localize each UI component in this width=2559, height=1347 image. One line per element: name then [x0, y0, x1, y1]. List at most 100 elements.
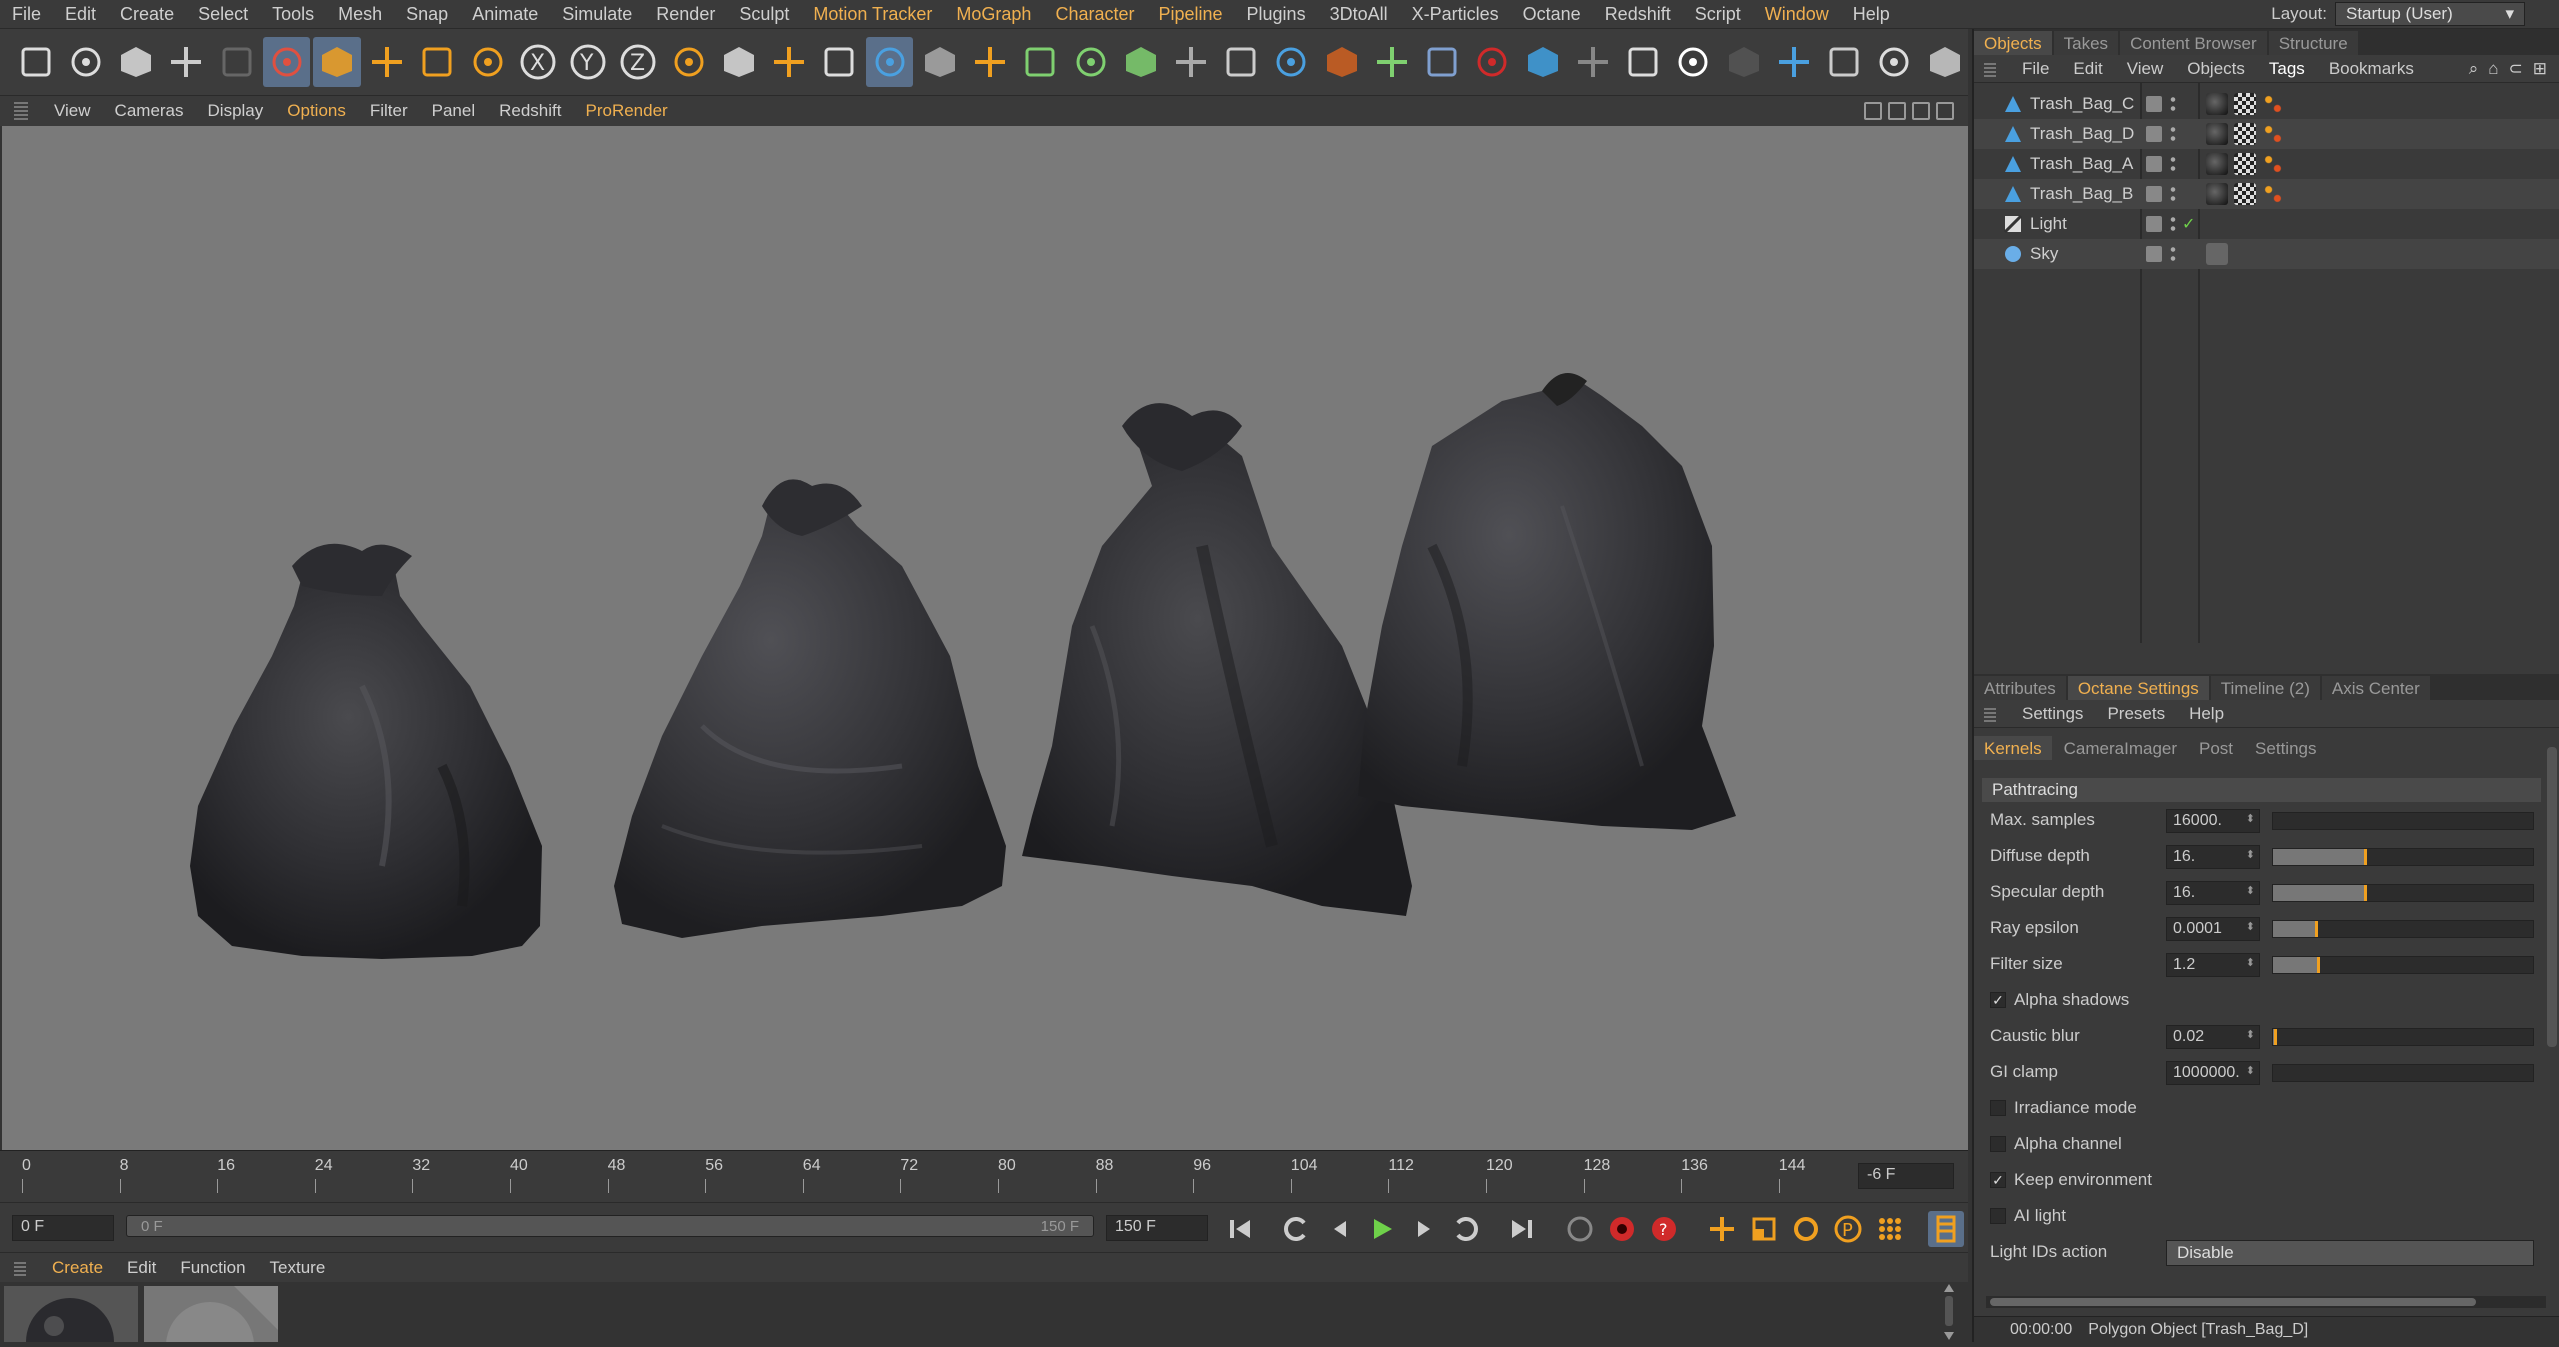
viewport-menu-filter[interactable]: Filter — [358, 101, 420, 121]
param-value-field[interactable]: 0.02 ⬍ — [2166, 1025, 2260, 1049]
trash-bag-a[interactable] — [1022, 403, 1412, 916]
param-slider[interactable] — [2272, 956, 2534, 974]
menu-redshift[interactable]: Redshift — [1593, 4, 1683, 25]
param-value-field[interactable]: 1.2 ⬍ — [2166, 953, 2260, 977]
menu-window[interactable]: Window — [1753, 4, 1841, 25]
rotate-icon[interactable] — [414, 37, 461, 87]
3d-viewport[interactable] — [2, 126, 1968, 1150]
layout-dropdown[interactable]: Startup (User) ▾ — [2335, 2, 2525, 26]
new-window-icon[interactable]: ⊞ — [2533, 59, 2547, 79]
prev-frame-icon[interactable] — [1322, 1211, 1358, 1247]
tab-content-browser[interactable]: Content Browser — [2120, 31, 2267, 55]
om-menu-objects[interactable]: Objects — [2175, 59, 2257, 79]
octane-sky-icon[interactable] — [1519, 37, 1566, 87]
object-row[interactable]: Trash_Bag_A — [1974, 149, 2559, 179]
trash-bag-d[interactable] — [614, 479, 1006, 938]
irradiance-mode-checkbox[interactable] — [1990, 1100, 2006, 1116]
octane-mix-icon[interactable] — [1820, 37, 1867, 87]
param-slider[interactable] — [2272, 1064, 2534, 1082]
undo-icon[interactable] — [163, 37, 210, 87]
stepper-icon[interactable]: ⬍ — [2246, 920, 2255, 933]
loop-icon[interactable] — [1278, 1211, 1314, 1247]
menu-create[interactable]: Create — [108, 4, 186, 25]
octane-environment-tag-icon[interactable] — [2206, 243, 2228, 265]
object-row[interactable]: Trash_Bag_D — [1974, 119, 2559, 149]
stepper-icon[interactable]: ⬍ — [2246, 956, 2255, 969]
object-row[interactable]: Light ✓ — [1974, 209, 2559, 239]
menu-motion-tracker[interactable]: Motion Tracker — [801, 4, 944, 25]
maximize-view-icon[interactable] — [1936, 102, 1954, 120]
loop-forward-icon[interactable] — [1448, 1211, 1484, 1247]
current-frame-field[interactable]: -6 F — [1858, 1163, 1954, 1189]
polygon-pen-icon[interactable] — [1017, 37, 1064, 87]
visibility-toggle-icon[interactable] — [2146, 156, 2162, 172]
menu-select[interactable]: Select — [186, 4, 260, 25]
param-value-field[interactable]: 16000. ⬍ — [2166, 809, 2260, 833]
material-swatch[interactable] — [4, 1286, 138, 1342]
om-menu-view[interactable]: View — [2115, 59, 2176, 79]
om-menu-edit[interactable]: Edit — [2061, 59, 2114, 79]
subtab-kernels[interactable]: Kernels — [1974, 736, 2052, 760]
render-dots-icon[interactable] — [2170, 155, 2176, 173]
visibility-toggle-icon[interactable] — [2146, 186, 2162, 202]
scale-icon[interactable] — [364, 37, 411, 87]
attr-menu-presets[interactable]: Presets — [2095, 704, 2177, 724]
open-icon[interactable] — [62, 37, 109, 87]
tab-timeline-2-[interactable]: Timeline (2) — [2210, 676, 2320, 700]
subdivision-icon[interactable] — [916, 37, 963, 87]
texture-tag-icon[interactable] — [2234, 183, 2256, 205]
tab-structure[interactable]: Structure — [2268, 31, 2358, 55]
menu-mesh[interactable]: Mesh — [326, 4, 394, 25]
octane-tag-icon[interactable] — [1620, 37, 1667, 87]
material-menu-texture[interactable]: Texture — [258, 1258, 338, 1278]
menu-file[interactable]: File — [0, 4, 53, 25]
key-scale-icon[interactable] — [1746, 1211, 1782, 1247]
texture-tag-icon[interactable] — [2234, 93, 2256, 115]
texture-tag-icon[interactable] — [2234, 153, 2256, 175]
keyframe-selection-icon[interactable] — [1562, 1211, 1598, 1247]
param-value-field[interactable]: 16. ⬍ — [2166, 881, 2260, 905]
param-slider[interactable] — [2272, 920, 2534, 938]
octane-environment-icon[interactable] — [1770, 37, 1817, 87]
deformer-icon[interactable] — [1067, 37, 1114, 87]
menu-render[interactable]: Render — [644, 4, 727, 25]
key-position-icon[interactable] — [1704, 1211, 1740, 1247]
attribute-scrollbar[interactable] — [2547, 747, 2557, 1047]
dolly-icon[interactable] — [1888, 102, 1906, 120]
menu-x-particles[interactable]: X-Particles — [1400, 4, 1511, 25]
render-dots-icon[interactable] — [2170, 185, 2176, 203]
material-menu-create[interactable]: Create — [40, 1258, 115, 1278]
search-icon[interactable]: ⌕ — [2469, 59, 2479, 79]
phong-tag-icon[interactable] — [2262, 183, 2284, 205]
recent-tool-icon[interactable] — [464, 37, 511, 87]
material-menu-function[interactable]: Function — [168, 1258, 257, 1278]
octane-live-viewer-icon[interactable] — [1318, 37, 1365, 87]
preview-range-slider[interactable]: 0 F 150 F — [126, 1215, 1094, 1237]
viewport-menu-cameras[interactable]: Cameras — [103, 101, 196, 121]
grip-icon[interactable] — [1984, 705, 1996, 722]
array-icon[interactable] — [1117, 37, 1164, 87]
camera-icon[interactable] — [1268, 37, 1315, 87]
viewport-menu-view[interactable]: View — [42, 101, 103, 121]
menu-3dtoall[interactable]: 3DtoAll — [1318, 4, 1400, 25]
visibility-toggle-icon[interactable] — [2146, 216, 2162, 232]
key-rotation-icon[interactable] — [1788, 1211, 1824, 1247]
tab-axis-center[interactable]: Axis Center — [2321, 676, 2430, 700]
object-row[interactable]: Trash_Bag_B — [1974, 179, 2559, 209]
om-menu-file[interactable]: File — [2010, 59, 2061, 79]
tab-octane-settings[interactable]: Octane Settings — [2067, 676, 2209, 700]
stepper-icon[interactable]: ⬍ — [2246, 1028, 2255, 1041]
subtab-post[interactable]: Post — [2189, 736, 2244, 760]
stepper-icon[interactable]: ⬍ — [2246, 884, 2255, 897]
render-dots-icon[interactable] — [2170, 215, 2176, 233]
menu-octane[interactable]: Octane — [1511, 4, 1593, 25]
menu-help[interactable]: Help — [1841, 4, 1902, 25]
open-recent-icon[interactable] — [112, 37, 159, 87]
param-slider[interactable] — [2272, 812, 2534, 830]
material-tag-icon[interactable] — [2206, 93, 2228, 115]
visibility-toggle-icon[interactable] — [2146, 246, 2162, 262]
trash-bag-b[interactable] — [1358, 373, 1736, 830]
object-list[interactable]: Trash_Bag_C Trash_Bag_D Trash_Bag_A Trash_B… — [1974, 83, 2559, 643]
floor-icon[interactable] — [1167, 37, 1214, 87]
menu-tools[interactable]: Tools — [260, 4, 326, 25]
